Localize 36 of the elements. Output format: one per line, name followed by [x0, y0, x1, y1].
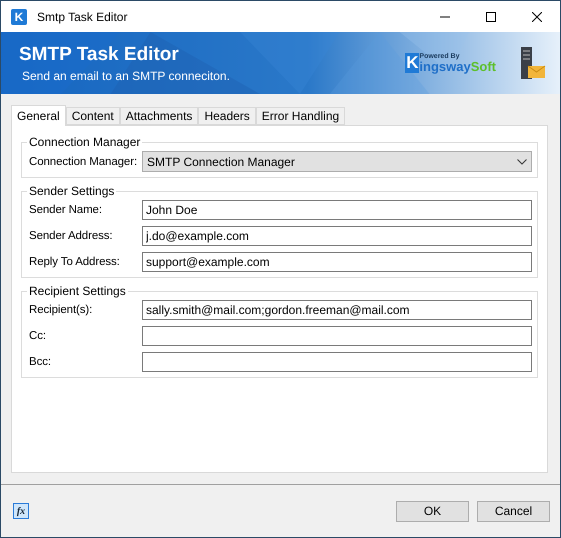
input-field[interactable]: j.do@example.com: [142, 226, 532, 246]
tab[interactable]: General: [11, 105, 66, 126]
field-label: Sender Name:: [29, 204, 103, 216]
input-field[interactable]: John Doe: [142, 200, 532, 220]
banner-subtitle: Send an email to an SMTP conneciton.: [21, 68, 230, 82]
server-mail-icon: [520, 46, 546, 80]
expression-button[interactable]: fx: [13, 503, 29, 519]
dropdown[interactable]: SMTP Connection Manager: [142, 151, 532, 172]
tab[interactable]: Headers: [198, 107, 256, 125]
chevron-icon: [517, 158, 527, 164]
logo-word: Soft: [470, 60, 496, 73]
field-label: Reply To Address:: [29, 256, 121, 268]
logo-word: ingsway: [419, 60, 471, 73]
dialog-button[interactable]: OK: [396, 500, 469, 522]
group-title: Recipient Settings: [28, 284, 127, 298]
tab[interactable]: Error Handling: [256, 107, 346, 125]
group-title: Sender Settings: [28, 184, 116, 198]
input-field[interactable]: support@example.com: [142, 252, 532, 272]
app-icon: K: [11, 8, 27, 24]
tab[interactable]: Content: [66, 107, 120, 125]
banner-title: SMTP Task Editor: [19, 44, 180, 66]
group-title: Connection Manager: [28, 135, 142, 149]
field-label: Sender Address:: [29, 230, 114, 242]
input-field[interactable]: [142, 352, 532, 372]
tab[interactable]: Attachments: [120, 107, 198, 125]
input-field[interactable]: [142, 326, 532, 346]
input-field[interactable]: sally.smith@mail.com;gordon.freeman@mail.com: [142, 300, 532, 320]
maximize-icon: [486, 12, 496, 22]
close-icon: [532, 12, 542, 22]
dialog-button[interactable]: Cancel: [477, 500, 550, 522]
field-label: Bcc:: [29, 356, 52, 368]
window-title: Smtp Task Editor: [37, 10, 128, 24]
field-label: Cc:: [29, 330, 47, 342]
field-label: Recipient(s):: [29, 304, 94, 316]
logo-letter: K: [405, 53, 420, 73]
field-label: Connection Manager:: [29, 156, 138, 168]
